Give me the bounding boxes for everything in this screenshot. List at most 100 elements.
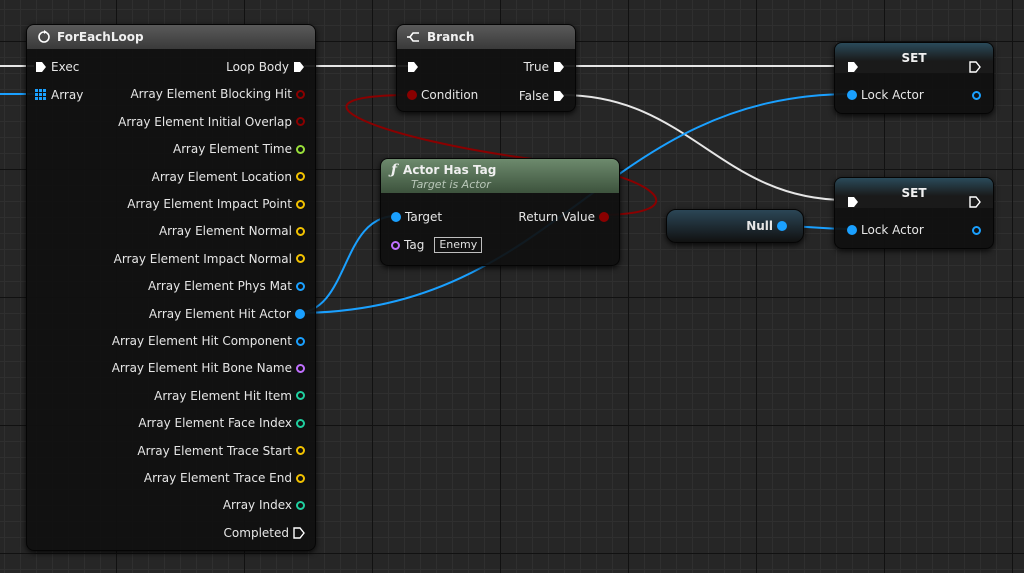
pin-icon (296, 89, 305, 99)
branch-true-pin[interactable]: True (520, 58, 566, 76)
foreach-loop-node[interactable]: ForEachLoop Exec Array Loop Body Array Elem… (26, 24, 316, 551)
foreach-output-pin[interactable]: Array Element Trace Start (133, 442, 305, 460)
foreach-output-label: Completed (223, 525, 289, 540)
branch-condition-pin[interactable]: Condition (407, 86, 482, 104)
tag-pin[interactable]: Tag Enemy (391, 236, 483, 254)
foreach-output-pin[interactable]: Array Element Location (148, 168, 305, 186)
set2-lock-actor-pin[interactable]: Lock Actor (847, 221, 928, 239)
null-pin-icon (777, 221, 787, 231)
tag-value-input[interactable]: Enemy (434, 237, 483, 253)
foreach-output-label: Array Index (222, 498, 292, 513)
set2-lock-actor-out-pin[interactable] (972, 221, 981, 239)
return-value-label: Return Value (518, 210, 595, 224)
set2-exec-in-pin[interactable] (847, 193, 859, 211)
foreach-loop-header[interactable]: ForEachLoop (27, 25, 315, 49)
exec-out-icon (554, 62, 564, 72)
foreach-input-label: Array (51, 88, 84, 102)
foreach-input-label: Exec (51, 60, 80, 74)
foreach-output-label: Array Element Hit Item (154, 388, 292, 403)
foreach-output-label: Array Element Trace Start (137, 443, 292, 458)
foreach-output-pin[interactable]: Array Element Initial Overlap (114, 113, 305, 131)
foreach-output-label: Array Element Hit Actor (148, 306, 291, 321)
foreach-output-label: Array Element Trace End (143, 471, 292, 485)
set-node-1[interactable]: SET Lock Actor (834, 42, 994, 114)
set-node-2[interactable]: SET Lock Actor (834, 177, 994, 249)
return-value-pin-icon (599, 212, 609, 222)
branch-node[interactable]: Branch Condition True False (396, 24, 576, 112)
branch-icon (407, 32, 419, 42)
condition-label: Condition (421, 88, 479, 102)
exec-pin-icon (36, 62, 46, 72)
exec-pin-icon (294, 62, 304, 72)
pin-icon (296, 391, 305, 401)
null-node[interactable]: Null (666, 209, 804, 243)
foreach-output-label: Array Element Hit Component (111, 334, 292, 348)
foreach-output-pin[interactable]: Array Element Phys Mat (144, 277, 305, 295)
actor-has-tag-header[interactable]: ƒ Actor Has Tag Target is Actor (381, 159, 619, 193)
set-node-2-title: SET (901, 186, 927, 200)
branch-false-pin[interactable]: False (515, 87, 565, 105)
pin-icon (296, 500, 305, 510)
set1-lock-actor-pin[interactable]: Lock Actor (847, 86, 928, 104)
set2-lock-actor-label: Lock Actor (861, 223, 924, 237)
set1-lock-actor-out-pin[interactable] (972, 86, 981, 104)
exec-out-icon (969, 196, 981, 208)
foreach-output-pin[interactable]: Array Element Hit Component (108, 332, 305, 350)
null-label: Null (746, 219, 773, 233)
foreach-output-label: Array Element Location (151, 169, 292, 184)
branch-header[interactable]: Branch (397, 25, 575, 49)
foreach-output-label: Array Element Time (173, 142, 292, 157)
target-label: Target (405, 210, 443, 224)
foreach-output-pin[interactable]: Array Element Time (169, 140, 305, 158)
pin-icon (296, 473, 305, 483)
foreach-output-label: Array Element Impact Point (127, 197, 292, 211)
pin-icon (296, 254, 305, 264)
foreach-output-pin[interactable]: Array Element Impact Normal (110, 250, 305, 268)
null-output-pin[interactable]: Null (742, 217, 787, 235)
true-label: True (523, 60, 550, 74)
foreach-output-pin[interactable]: Array Index (219, 496, 305, 514)
pin-icon (295, 308, 305, 319)
exec-out-icon (554, 91, 564, 101)
exec-pin-icon (293, 527, 305, 539)
foreach-output-pin[interactable]: Array Element Face Index (134, 414, 305, 432)
pin-icon (296, 336, 305, 346)
pin-icon (296, 199, 305, 209)
foreach-output-pin[interactable]: Array Element Hit Bone Name (108, 359, 305, 377)
exec-in-icon (848, 197, 858, 207)
function-icon: ƒ (391, 161, 398, 178)
set1-exec-out-pin[interactable] (969, 58, 981, 76)
foreach-output-pin[interactable]: Array Element Trace End (140, 469, 305, 487)
target-pin[interactable]: Target (391, 208, 446, 226)
exec-in-icon (408, 62, 418, 72)
foreach-output-pin[interactable]: Array Element Impact Point (123, 195, 305, 213)
pin-icon (296, 172, 305, 182)
set1-exec-in-pin[interactable] (847, 58, 859, 76)
pin-icon (296, 281, 305, 291)
foreach-input-pin-array[interactable]: Array (35, 86, 87, 104)
return-value-pin[interactable]: Return Value (514, 208, 609, 226)
foreach-output-pin[interactable]: Array Element Normal (155, 222, 305, 240)
branch-exec-in-pin[interactable] (407, 58, 419, 76)
exec-out-icon (969, 61, 981, 73)
target-pin-icon (391, 212, 401, 222)
foreach-output-pin[interactable]: Array Element Blocking Hit (126, 85, 305, 103)
actor-has-tag-node[interactable]: ƒ Actor Has Tag Target is Actor Target T… (380, 158, 620, 266)
set2-exec-out-pin[interactable] (969, 193, 981, 211)
array-grid-icon (35, 89, 46, 100)
foreach-output-pin[interactable]: Array Element Hit Item (150, 387, 305, 405)
foreach-output-pin[interactable]: Loop Body (222, 58, 305, 76)
foreach-output-label: Array Element Normal (158, 224, 292, 239)
set-node-1-title: SET (901, 51, 927, 65)
foreach-loop-title: ForEachLoop (57, 30, 144, 44)
lock-actor-pin-icon (847, 225, 857, 235)
foreach-output-pin[interactable]: Completed (220, 524, 305, 542)
pin-icon (296, 144, 305, 154)
foreach-input-pin-exec[interactable]: Exec (35, 58, 83, 76)
pin-icon (296, 117, 305, 127)
false-label: False (518, 89, 549, 103)
tag-label: Tag (404, 238, 425, 252)
lock-actor-pin-icon (847, 90, 857, 100)
foreach-output-pin[interactable]: Array Element Hit Actor (145, 305, 305, 323)
pin-icon (296, 418, 305, 428)
